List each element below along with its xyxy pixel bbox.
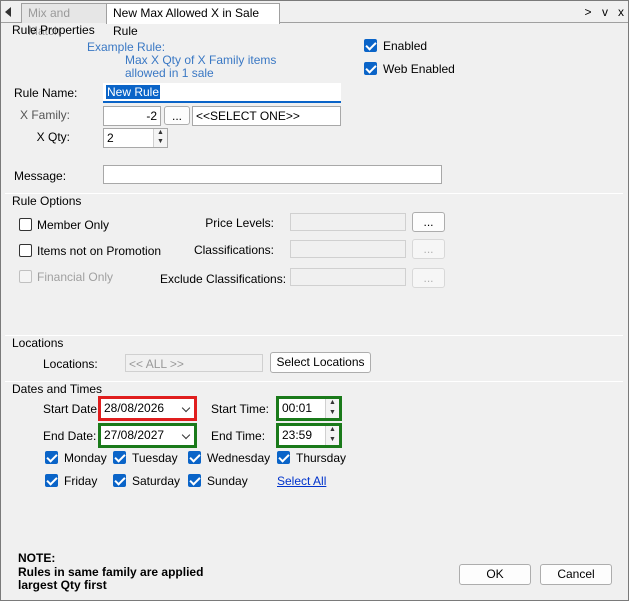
end-date-value: 27/08/2027 bbox=[104, 428, 165, 442]
x-family-select-field[interactable]: <<SELECT ONE>> bbox=[192, 106, 341, 126]
locations-field: << ALL >> bbox=[125, 354, 263, 372]
start-date-value: 28/08/2026 bbox=[104, 401, 165, 415]
chevron-down-icon[interactable] bbox=[181, 430, 191, 440]
rule-name-label: Rule Name: bbox=[14, 86, 78, 100]
spin-down-icon[interactable]: ▼ bbox=[326, 436, 339, 446]
example-rule-label: Example Rule: bbox=[87, 40, 166, 54]
classifications-label: Classifications: bbox=[193, 243, 274, 257]
enabled-label: Enabled bbox=[383, 39, 428, 53]
friday-checkbox[interactable] bbox=[45, 474, 58, 487]
spin-up-icon[interactable]: ▲ bbox=[326, 399, 339, 409]
end-time-label: End Time: bbox=[211, 429, 266, 443]
classifications-browse-button[interactable]: ... bbox=[412, 239, 445, 259]
example-rule-line1: Max X Qty of X Family items bbox=[125, 53, 277, 67]
saturday-checkbox[interactable] bbox=[113, 474, 126, 487]
items-not-promo-label: Items not on Promotion bbox=[37, 244, 162, 258]
tab-left-arrow-icon[interactable] bbox=[5, 7, 11, 17]
web-enabled-label: Web Enabled bbox=[383, 62, 455, 76]
ok-button[interactable]: OK bbox=[459, 564, 531, 585]
sunday-checkbox[interactable] bbox=[188, 474, 201, 487]
tab-mix-and-match[interactable]: Mix and Match bbox=[21, 3, 107, 38]
tab-list-dropdown-icon[interactable]: v bbox=[598, 5, 612, 19]
rule-options-divider bbox=[5, 193, 623, 194]
locations-divider bbox=[5, 335, 623, 336]
tuesday-label: Tuesday bbox=[132, 451, 178, 465]
tuesday-checkbox[interactable] bbox=[113, 451, 126, 464]
thursday-checkbox[interactable] bbox=[277, 451, 290, 464]
member-only-checkbox[interactable] bbox=[19, 218, 32, 231]
dates-title: Dates and Times bbox=[12, 382, 103, 396]
locations-label: Locations: bbox=[43, 357, 98, 371]
x-family-label: X Family: bbox=[20, 108, 71, 122]
end-time-stepper[interactable]: 23:59 ▲ ▼ bbox=[279, 426, 339, 445]
price-levels-field bbox=[290, 213, 406, 231]
rule-name-input[interactable]: New Rule bbox=[103, 83, 341, 103]
locations-title: Locations bbox=[12, 336, 64, 350]
price-levels-label: Price Levels: bbox=[205, 216, 274, 230]
classifications-field bbox=[290, 240, 406, 258]
exclude-classifications-field bbox=[290, 268, 406, 286]
wednesday-checkbox[interactable] bbox=[188, 451, 201, 464]
wednesday-label: Wednesday bbox=[207, 451, 271, 465]
cancel-button[interactable]: Cancel bbox=[540, 564, 612, 585]
example-rule-line2: allowed in 1 sale bbox=[125, 66, 214, 80]
price-levels-browse-button[interactable]: ... bbox=[412, 212, 445, 232]
x-family-browse-button[interactable]: ... bbox=[164, 106, 190, 125]
start-time-spinner[interactable]: ▲ ▼ bbox=[325, 399, 339, 418]
note-line2: largest Qty first bbox=[18, 578, 107, 592]
start-date-picker[interactable]: 28/08/2026 bbox=[101, 399, 194, 418]
sunday-label: Sunday bbox=[207, 474, 248, 488]
x-qty-spinner[interactable]: ▲ ▼ bbox=[153, 129, 167, 147]
tab-new-max-allowed-rule[interactable]: New Max Allowed X in Sale Rule bbox=[106, 3, 280, 38]
monday-checkbox[interactable] bbox=[45, 451, 58, 464]
start-time-value: 00:01 bbox=[282, 401, 313, 415]
exclude-classifications-label: Exclude Classifications: bbox=[160, 272, 287, 286]
note-line1: Rules in same family are applied bbox=[18, 565, 204, 579]
x-qty-value: 2 bbox=[107, 131, 114, 145]
member-only-label: Member Only bbox=[37, 218, 110, 232]
select-all-link[interactable]: Select All bbox=[277, 474, 326, 488]
x-family-input[interactable]: -2 bbox=[103, 106, 161, 126]
saturday-label: Saturday bbox=[132, 474, 181, 488]
message-label: Message: bbox=[14, 169, 67, 183]
monday-label: Monday bbox=[64, 451, 107, 465]
end-date-label: End Date: bbox=[43, 429, 97, 443]
financial-only-checkbox[interactable] bbox=[19, 270, 32, 283]
rule-properties-title: Rule Properties bbox=[12, 23, 95, 37]
tab-scroll-right-icon[interactable]: > bbox=[581, 5, 595, 19]
note-heading: NOTE: bbox=[18, 551, 56, 565]
friday-label: Friday bbox=[64, 474, 98, 488]
message-input[interactable] bbox=[103, 165, 442, 184]
rule-name-value: New Rule bbox=[106, 85, 161, 99]
spin-up-icon[interactable]: ▲ bbox=[326, 426, 339, 436]
spin-up-icon[interactable]: ▲ bbox=[154, 129, 167, 138]
start-time-label: Start Time: bbox=[211, 402, 270, 416]
end-time-spinner[interactable]: ▲ ▼ bbox=[325, 426, 339, 445]
start-time-stepper[interactable]: 00:01 ▲ ▼ bbox=[279, 399, 339, 418]
spin-down-icon[interactable]: ▼ bbox=[326, 409, 339, 419]
tab-strip: Mix and Match New Max Allowed X in Sale … bbox=[1, 1, 628, 38]
x-qty-label: X Qty: bbox=[36, 130, 70, 144]
exclude-classifications-browse-button[interactable]: ... bbox=[412, 268, 445, 288]
end-date-picker[interactable]: 27/08/2027 bbox=[101, 426, 194, 445]
enabled-checkbox[interactable] bbox=[364, 39, 377, 52]
web-enabled-checkbox[interactable] bbox=[364, 62, 377, 75]
items-not-promo-checkbox[interactable] bbox=[19, 244, 32, 257]
end-time-value: 23:59 bbox=[282, 428, 313, 442]
select-locations-button[interactable]: Select Locations bbox=[270, 352, 371, 373]
spin-down-icon[interactable]: ▼ bbox=[154, 138, 167, 147]
financial-only-label: Financial Only bbox=[37, 270, 114, 284]
rule-options-title: Rule Options bbox=[12, 194, 82, 208]
start-date-label: Start Date: bbox=[43, 402, 101, 416]
tab-close-icon[interactable]: x bbox=[614, 5, 628, 19]
x-qty-stepper[interactable]: 2 ▲ ▼ bbox=[103, 128, 168, 148]
thursday-label: Thursday bbox=[296, 451, 347, 465]
chevron-down-icon[interactable] bbox=[181, 403, 191, 413]
